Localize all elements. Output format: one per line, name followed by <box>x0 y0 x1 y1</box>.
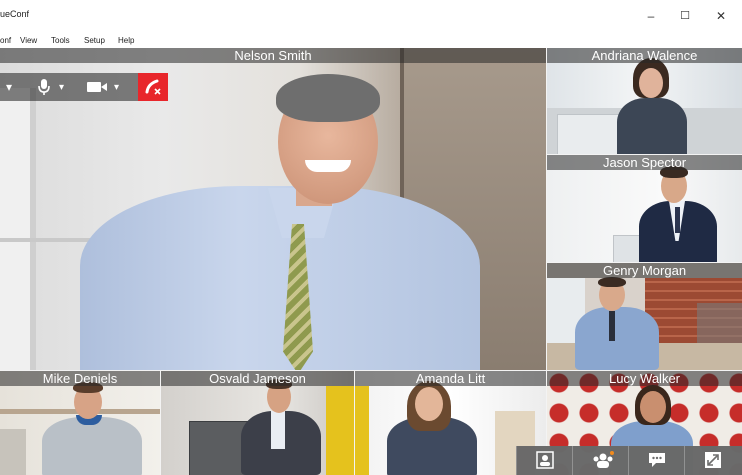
microphone-icon[interactable] <box>36 78 52 96</box>
camera-dropdown-arrow[interactable]: ▾ <box>114 82 119 93</box>
participant-name-genry-morgan: Genry Morgan <box>547 263 742 278</box>
participant-name-mike-deniels: Mike Deniels <box>0 371 160 386</box>
participant-name-andriana-walence: Andriana Walence <box>547 48 742 63</box>
participants-icon <box>593 451 614 468</box>
participant-name-lucy-walker: Lucy Walker <box>547 371 742 386</box>
menu-setup[interactable]: Setup <box>84 36 105 45</box>
video-tile-mike-deniels[interactable]: Mike Deniels <box>0 371 160 475</box>
participant-name-main: Nelson Smith <box>0 48 546 63</box>
end-call-button[interactable] <box>138 73 168 101</box>
menu-tools[interactable]: Tools <box>51 36 70 45</box>
maximize-button[interactable]: ☐ <box>674 8 696 24</box>
video-tile-andriana-walence[interactable]: Andriana Walence <box>547 48 742 154</box>
fullscreen-button[interactable] <box>684 446 742 475</box>
video-tile-osvald-jameson[interactable]: Osvald Jameson <box>161 371 354 475</box>
menu-bar: onf View Tools Setup Help <box>0 34 742 48</box>
minimize-button[interactable]: – <box>640 8 662 24</box>
menu-conference[interactable]: onf <box>0 36 11 45</box>
share-dropdown-arrow[interactable]: ▾ <box>6 80 12 94</box>
participant-name-amanda-litt: Amanda Litt <box>355 371 546 386</box>
end-call-icon <box>145 79 161 95</box>
participants-button[interactable] <box>572 446 629 475</box>
chat-icon <box>649 453 665 467</box>
participant-name-osvald-jameson: Osvald Jameson <box>161 371 354 386</box>
microphone-dropdown-arrow[interactable]: ▾ <box>59 82 64 93</box>
window-title: ueConf <box>0 9 30 19</box>
contact-card-button[interactable] <box>516 446 573 475</box>
participant-name-jason-spector: Jason Spector <box>547 155 742 170</box>
video-tile-genry-morgan[interactable]: Genry Morgan <box>547 263 742 370</box>
bottom-toolbar <box>516 446 742 475</box>
fullscreen-icon <box>705 452 721 468</box>
notification-dot <box>610 451 614 455</box>
app-window: ueConf – ☐ ✕ onf View Tools Setup Help N… <box>0 0 742 475</box>
title-bar: ueConf – ☐ ✕ <box>0 0 742 35</box>
chat-button[interactable] <box>628 446 685 475</box>
call-controls: ▾ ▾ ▾ <box>0 73 138 101</box>
close-button[interactable]: ✕ <box>710 8 732 24</box>
video-tile-jason-spector[interactable]: Jason Spector <box>547 155 742 262</box>
camera-icon[interactable] <box>86 80 108 94</box>
menu-help[interactable]: Help <box>118 36 134 45</box>
menu-view[interactable]: View <box>20 36 37 45</box>
contact-card-icon <box>536 451 554 469</box>
